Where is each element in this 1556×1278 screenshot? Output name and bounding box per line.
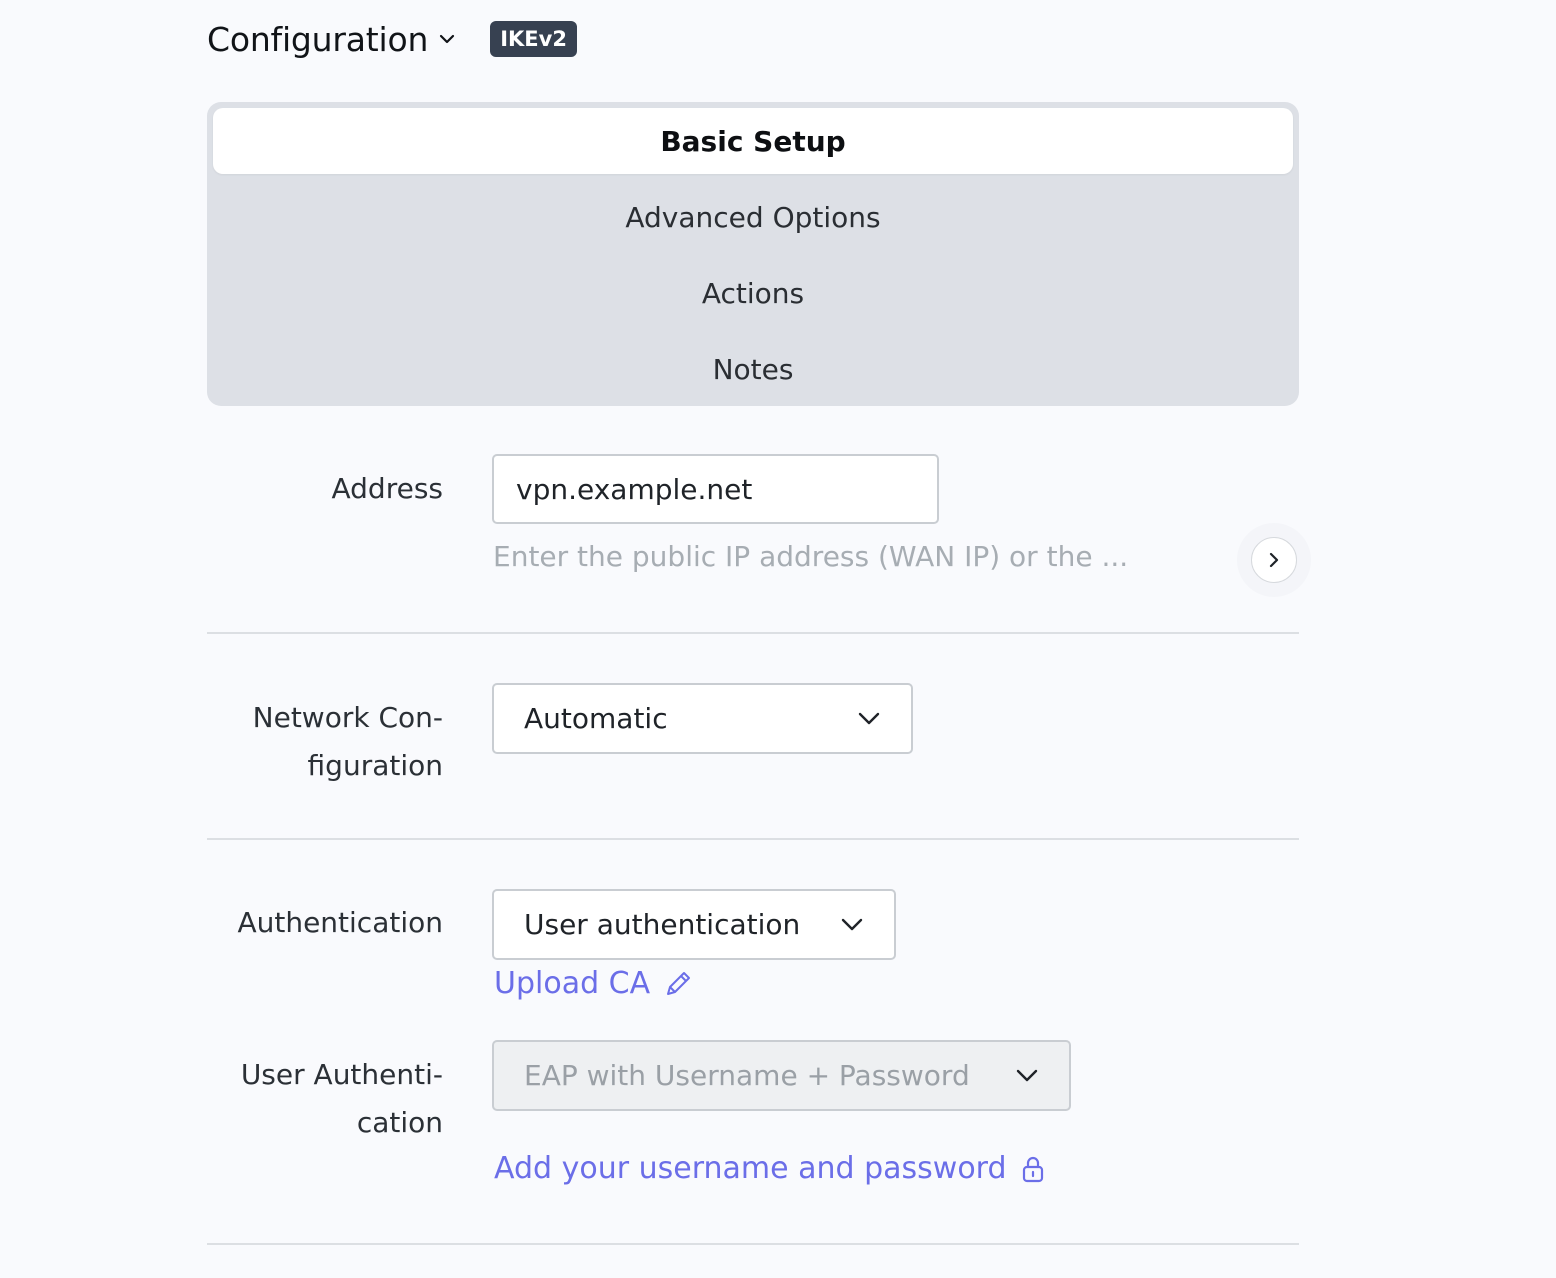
divider	[207, 838, 1299, 840]
page-title: Configuration	[207, 19, 429, 59]
authentication-label: Authentication	[237, 906, 443, 939]
pencil-icon	[662, 968, 694, 1000]
chevron-down-icon	[1015, 1064, 1039, 1088]
chevron-right-icon	[1268, 552, 1280, 568]
tab-notes[interactable]: Notes	[213, 336, 1293, 402]
user-auth-label-line2: cation	[356, 1106, 443, 1139]
user-authentication-label: User Authenti- cation	[207, 1051, 443, 1147]
expand-hint-button[interactable]	[1251, 537, 1297, 583]
network-selected-value: Automatic	[524, 702, 668, 735]
tab-basic-setup[interactable]: Basic Setup	[213, 108, 1293, 174]
add-credentials-link[interactable]: Add your username and password	[494, 1151, 1047, 1186]
network-label-line2: figuration	[307, 749, 443, 782]
user-authentication-select[interactable]: EAP with Username + Password	[492, 1040, 1071, 1111]
page-header: Configuration IKEv2	[207, 16, 577, 62]
network-configuration-label: Network Con- figuration	[207, 694, 443, 790]
upload-ca-link[interactable]: Upload CA	[494, 966, 694, 1001]
user-auth-selected-value: EAP with Username + Password	[524, 1059, 970, 1092]
lock-icon	[1019, 1154, 1047, 1184]
chevron-down-icon	[857, 707, 881, 731]
add-credentials-label: Add your username and password	[494, 1151, 1007, 1186]
tab-advanced-options[interactable]: Advanced Options	[213, 184, 1293, 250]
address-input[interactable]	[494, 472, 937, 506]
address-hint: Enter the public IP address (WAN IP) or …	[493, 540, 1129, 573]
address-label: Address	[331, 472, 443, 505]
user-auth-label-line1: User Authenti-	[240, 1058, 443, 1091]
network-configuration-select[interactable]: Automatic	[492, 683, 913, 754]
protocol-badge: IKEv2	[490, 21, 577, 57]
authentication-selected-value: User authentication	[524, 908, 801, 941]
section-tabs: Basic Setup Advanced Options Actions Not…	[207, 102, 1299, 406]
authentication-select[interactable]: User authentication	[492, 889, 896, 960]
address-field-wrapper	[492, 454, 939, 524]
divider	[207, 1243, 1299, 1245]
network-label-line1: Network Con-	[252, 701, 443, 734]
tab-actions[interactable]: Actions	[213, 260, 1293, 326]
chevron-down-icon[interactable]	[438, 30, 456, 48]
chevron-down-icon	[840, 913, 864, 937]
divider	[207, 632, 1299, 634]
upload-ca-label: Upload CA	[494, 966, 651, 1001]
